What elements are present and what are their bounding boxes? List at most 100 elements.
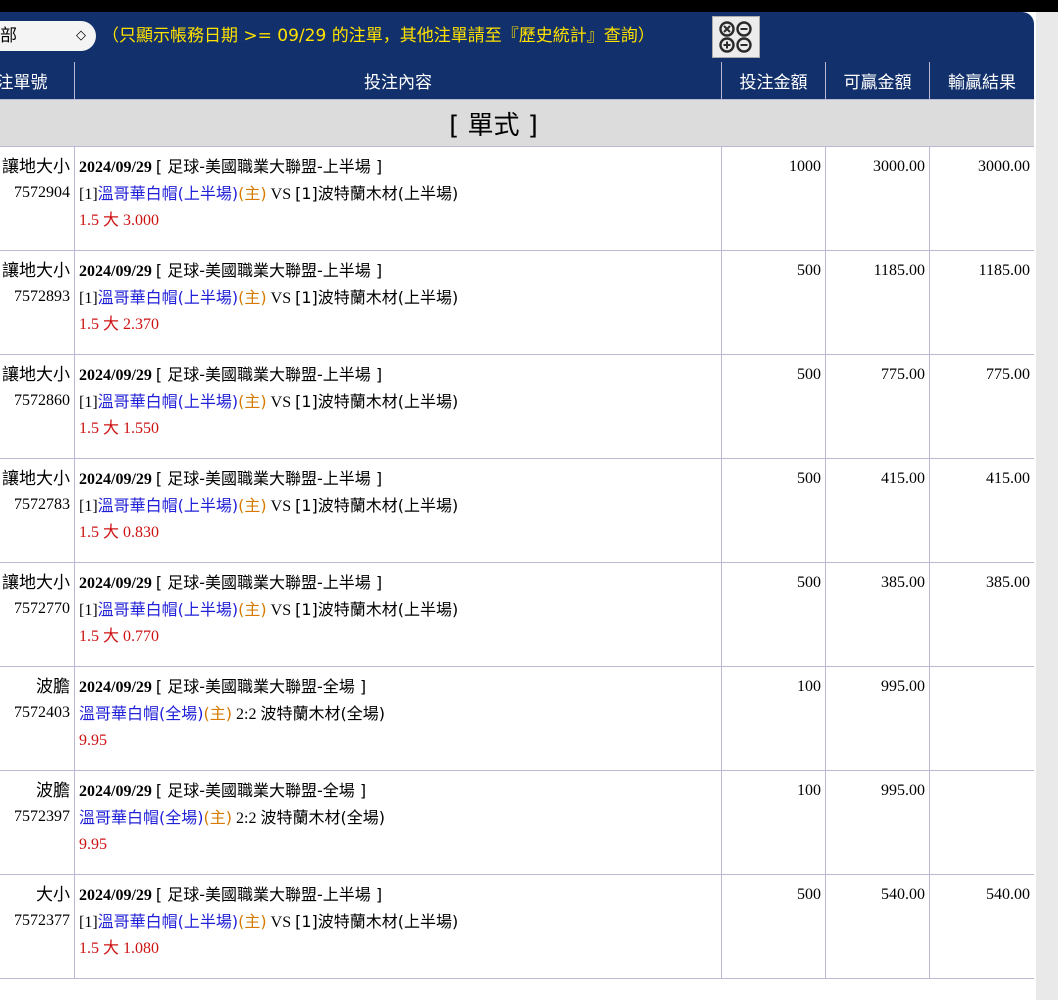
grid-circles-icon	[719, 21, 752, 53]
bet-number: 7572893	[14, 288, 70, 305]
stake-amount: 500	[721, 562, 826, 667]
bet-content-cell: 2024/09/29 [ 足球-美國職業大聯盟-上半場 ] [1]溫哥華白帽(上半…	[74, 458, 722, 563]
home-team: 溫哥華白帽(上半場)	[97, 392, 239, 411]
result-amount	[929, 770, 1034, 875]
potential-win-amount: 995.00	[825, 770, 930, 875]
bet-id-cell: 波膽 7572403	[0, 666, 75, 771]
result-amount: 1185.00	[929, 250, 1034, 355]
result-amount	[929, 666, 1034, 771]
bet-type: 讓地大小	[2, 261, 70, 281]
bet-date: 2024/09/29	[79, 783, 152, 800]
table-row: 讓地大小 7572860 2024/09/29 [ 足球-美國職業大聯盟-上半場 ]…	[0, 354, 1034, 459]
bet-type: 波膽	[36, 677, 70, 697]
home-tag: (主)	[203, 808, 233, 827]
potential-win-amount: 1185.00	[825, 250, 930, 355]
home-tag: (主)	[238, 288, 267, 307]
result-amount: 415.00	[929, 458, 1034, 563]
home-tag: (主)	[238, 184, 267, 203]
bet-content-cell: 2024/09/29 [ 足球-美國職業大聯盟-上半場 ] [1]溫哥華白帽(上半…	[74, 354, 722, 459]
away-team: 波特蘭木材(全場)	[260, 808, 385, 827]
bet-id-cell: 讓地大小 7572860	[0, 354, 75, 459]
potential-win-amount: 385.00	[825, 562, 930, 667]
potential-win-amount: 540.00	[825, 874, 930, 979]
stake-amount: 500	[721, 354, 826, 459]
bet-content-cell: 2024/09/29 [ 足球-美國職業大聯盟-上半場 ] [1]溫哥華白帽(上半…	[74, 250, 722, 355]
stake-amount: 500	[721, 874, 826, 979]
section-label: [ 單式 ]	[0, 99, 1034, 147]
category-select[interactable]: 部 ◇	[0, 21, 96, 51]
bet-id-cell: 讓地大小 7572770	[0, 562, 75, 667]
bet-number: 7572770	[14, 600, 70, 617]
date-range-notice: （只顯示帳務日期 >= 09/29 的注單，其他注單請至『歷史統計』查詢）	[102, 26, 655, 46]
away-team: [1]波特蘭木材(上半場)	[295, 912, 459, 931]
bet-pick-odds: 1.5 大 0.770	[79, 628, 160, 645]
away-team: [1]波特蘭木材(上半場)	[295, 288, 459, 307]
bet-pick-odds: 1.5 大 1.550	[79, 420, 160, 437]
table-row: 讓地大小 7572893 2024/09/29 [ 足球-美國職業大聯盟-上半場 ]…	[0, 250, 1034, 355]
league-name: [ 足球-美國職業大聯盟-上半場 ]	[155, 885, 383, 904]
column-header-bet-content: 投注內容	[74, 62, 722, 100]
column-header-stake: 投注金額	[721, 62, 826, 100]
bet-number: 7572904	[14, 184, 70, 201]
section-header-row: [ 單式 ]	[0, 99, 1034, 147]
stake-amount: 100	[721, 770, 826, 875]
bet-date: 2024/09/29	[79, 471, 152, 488]
bet-pick-odds: 9.95	[79, 732, 107, 749]
bet-number: 7572860	[14, 392, 70, 409]
bet-date: 2024/09/29	[79, 159, 152, 176]
home-team: 溫哥華白帽(上半場)	[97, 496, 239, 515]
home-team: 溫哥華白帽(全場)	[79, 808, 204, 827]
potential-win-amount: 995.00	[825, 666, 930, 771]
bet-content-cell: 2024/09/29 [ 足球-美國職業大聯盟-上半場 ] [1]溫哥華白帽(上半…	[74, 146, 722, 251]
home-team: 溫哥華白帽(上半場)	[97, 600, 239, 619]
home-line-prefix: [1]	[79, 498, 98, 515]
bet-type: 讓地大小	[2, 365, 70, 385]
versus-or-score: 2:2	[232, 810, 261, 827]
bet-date: 2024/09/29	[79, 263, 152, 280]
chevron-updown-icon: ◇	[76, 28, 86, 43]
bet-content-cell: 2024/09/29 [ 足球-美國職業大聯盟-上半場 ] [1]溫哥華白帽(上半…	[74, 562, 722, 667]
home-line-prefix: [1]	[79, 914, 98, 931]
bet-content-cell: 2024/09/29 [ 足球-美國職業大聯盟-上半場 ] [1]溫哥華白帽(上半…	[74, 874, 722, 979]
home-line-prefix: [1]	[79, 290, 98, 307]
potential-win-amount: 3000.00	[825, 146, 930, 251]
versus-or-score: 2:2	[232, 706, 261, 723]
away-team: [1]波特蘭木材(上半場)	[295, 600, 459, 619]
bet-type: 讓地大小	[2, 157, 70, 177]
stake-amount: 500	[721, 458, 826, 563]
result-amount: 3000.00	[929, 146, 1034, 251]
table-row: 大小 7572377 2024/09/29 [ 足球-美國職業大聯盟-上半場 ] [1…	[0, 874, 1034, 979]
league-name: [ 足球-美國職業大聯盟-上半場 ]	[155, 573, 383, 592]
top-edge-bar	[0, 0, 1058, 12]
bet-pick-odds: 1.5 大 2.370	[79, 316, 160, 333]
bet-id-cell: 波膽 7572397	[0, 770, 75, 875]
stake-amount: 100	[721, 666, 826, 771]
bet-records-table: 投注單號 投注內容 投注金額 可贏金額 輸贏結果 [ 單式 ] 讓地大小 7572…	[0, 62, 1034, 979]
table-row: 讓地大小 7572783 2024/09/29 [ 足球-美國職業大聯盟-上半場 ]…	[0, 458, 1034, 563]
bet-records-panel: 部 ◇ （只顯示帳務日期 >= 09/29 的注單，其他注單請至『歷史統計』查詢…	[0, 12, 1034, 1000]
scrollbar-track[interactable]	[1036, 12, 1058, 1000]
home-tag: (主)	[203, 704, 233, 723]
potential-win-amount: 775.00	[825, 354, 930, 459]
versus-or-score: VS	[266, 394, 296, 411]
home-line-prefix: [1]	[79, 602, 98, 619]
bet-id-cell: 大小 7572377	[0, 874, 75, 979]
away-team: [1]波特蘭木材(上半場)	[295, 496, 459, 515]
result-amount: 540.00	[929, 874, 1034, 979]
bet-content-cell: 2024/09/29 [ 足球-美國職業大聯盟-全場 ] 溫哥華白帽(全場)(主)…	[74, 666, 722, 771]
view-toggle-button[interactable]	[712, 16, 760, 58]
bet-date: 2024/09/29	[79, 367, 152, 384]
column-header-bet-id: 投注單號	[0, 62, 75, 100]
bet-pick-odds: 1.5 大 0.830	[79, 524, 160, 541]
result-amount: 775.00	[929, 354, 1034, 459]
home-team: 溫哥華白帽(上半場)	[97, 912, 239, 931]
home-tag: (主)	[238, 600, 267, 619]
bet-number: 7572397	[14, 808, 70, 825]
bet-date: 2024/09/29	[79, 887, 152, 904]
bet-type: 波膽	[36, 781, 70, 801]
table-row: 讓地大小 7572904 2024/09/29 [ 足球-美國職業大聯盟-上半場 ]…	[0, 146, 1034, 251]
home-team: 溫哥華白帽(上半場)	[97, 288, 239, 307]
bet-number: 7572783	[14, 496, 70, 513]
bet-pick-odds: 1.5 大 3.000	[79, 212, 160, 229]
column-header-potential-win: 可贏金額	[825, 62, 930, 100]
